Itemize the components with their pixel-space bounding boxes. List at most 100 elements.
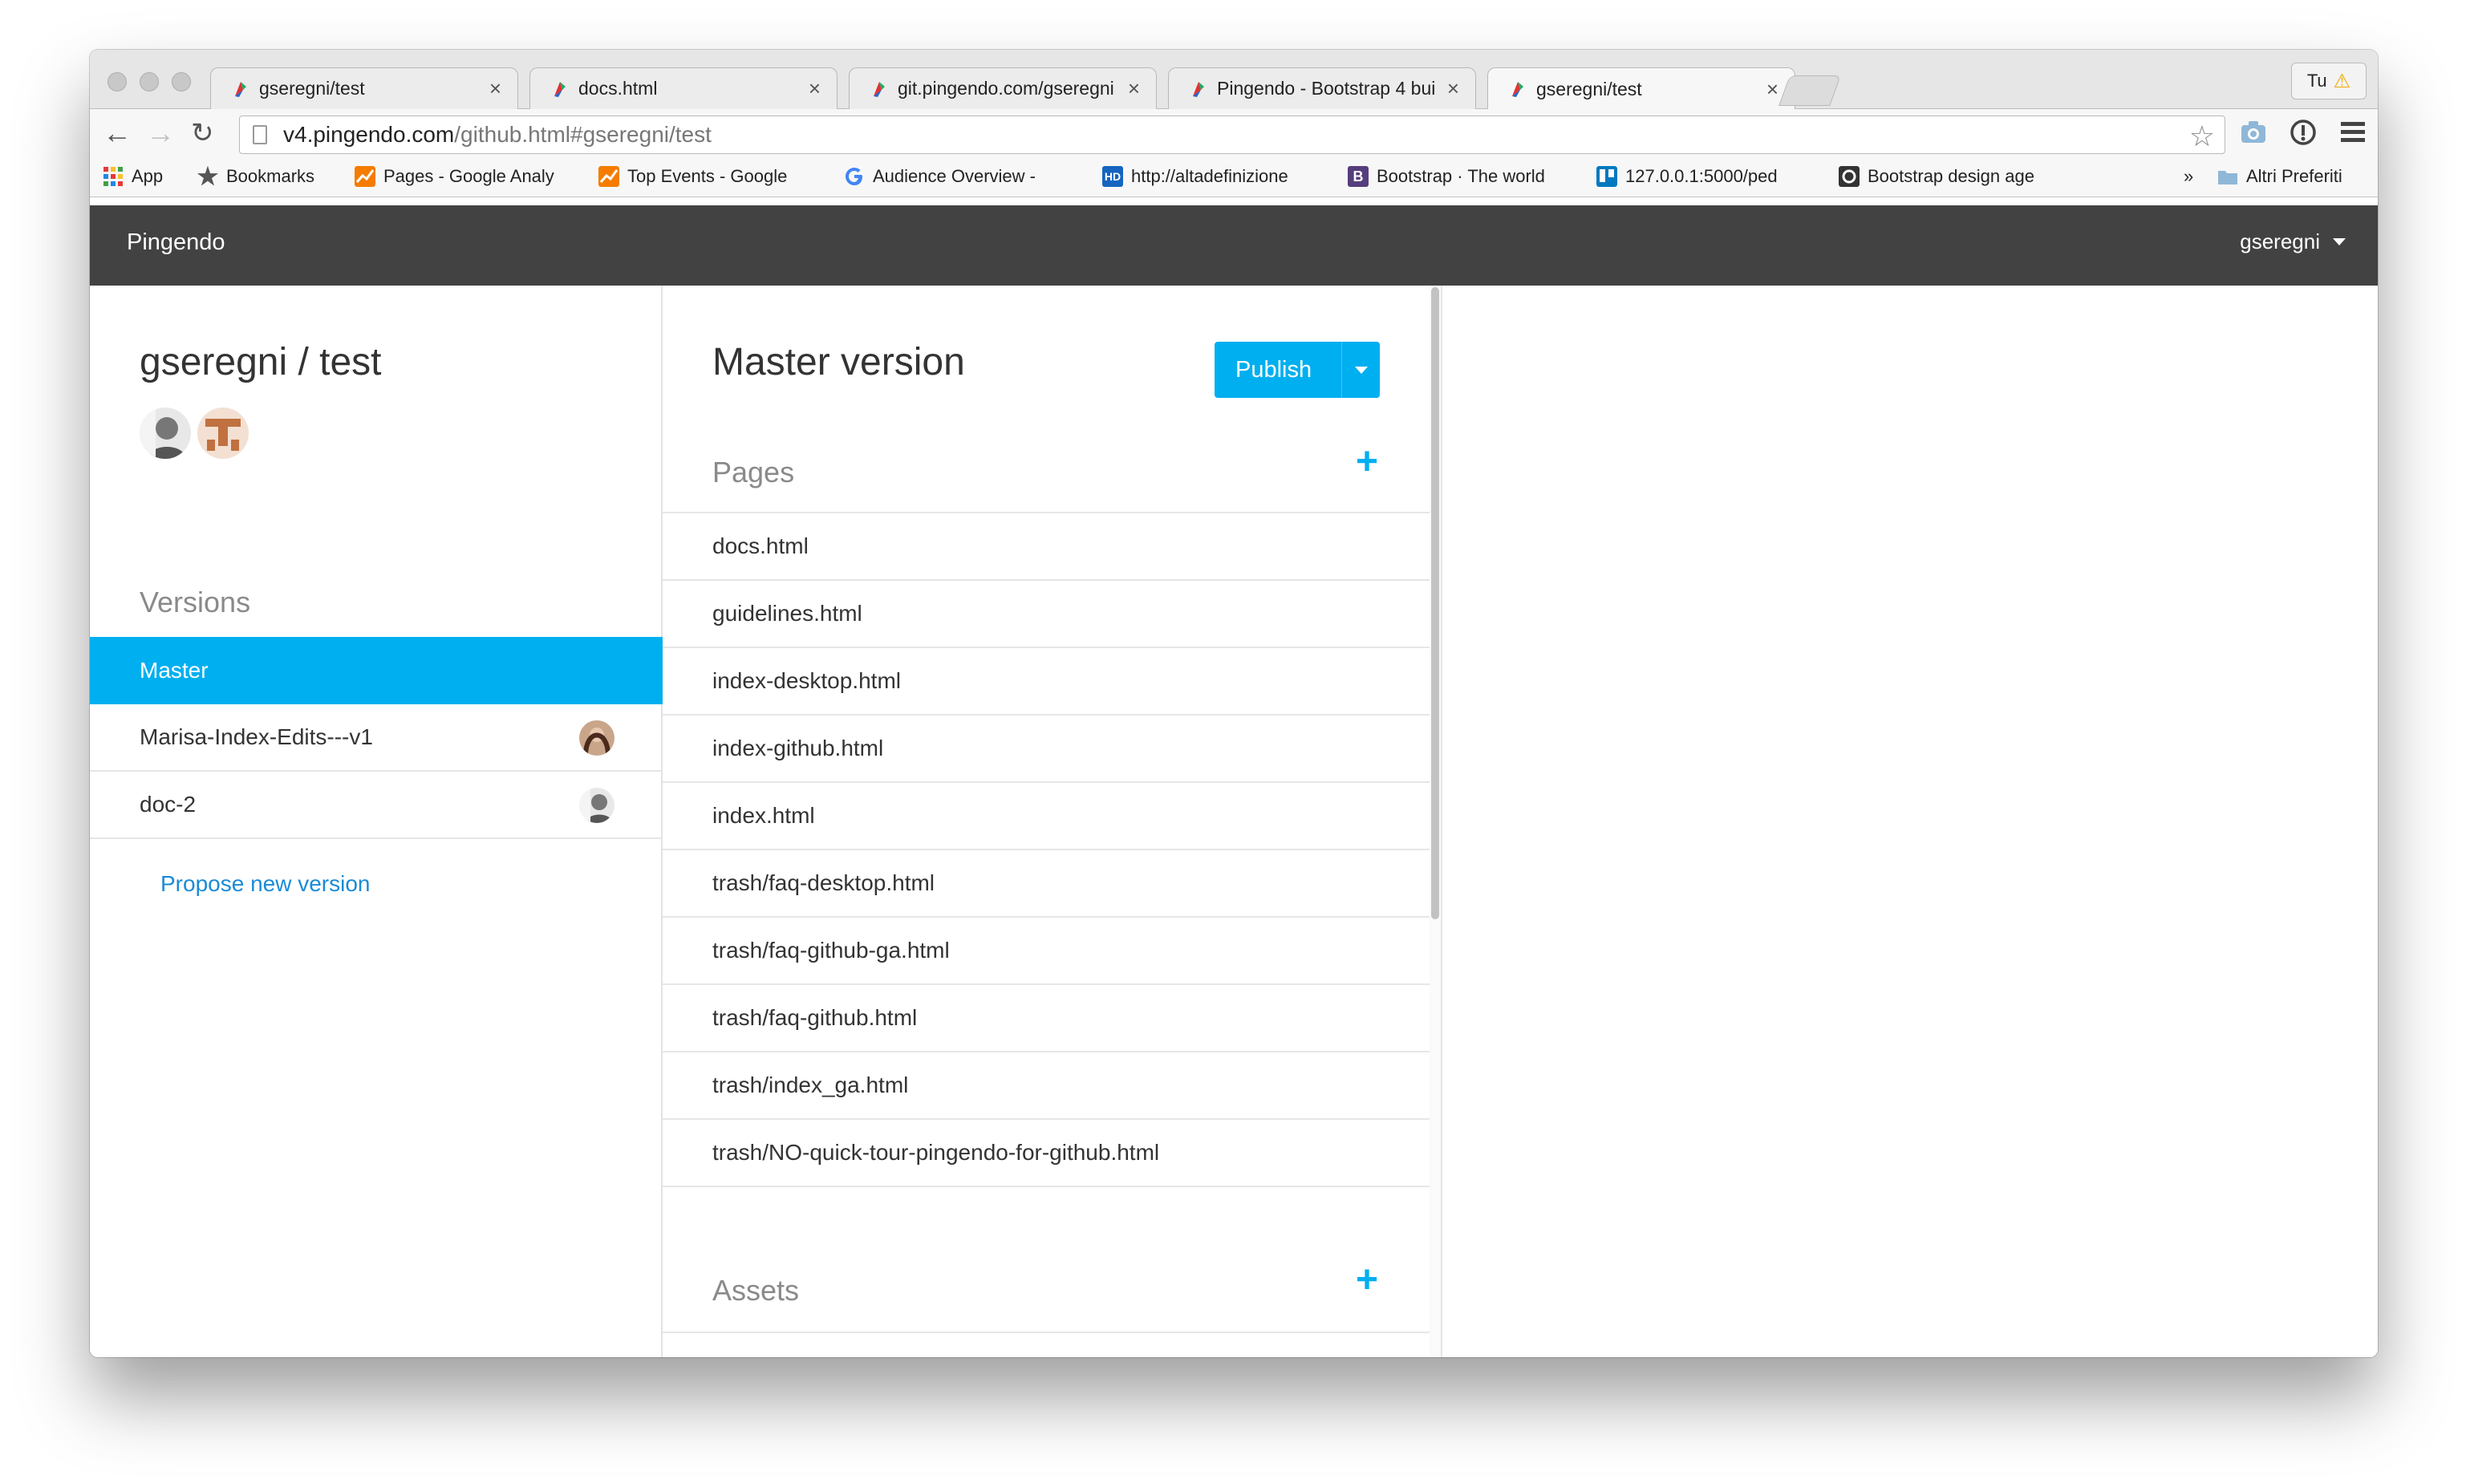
bookmark-label: Audience Overview - <box>873 166 1036 186</box>
browser-window: gseregni/test × docs.html × git.pingendo… <box>90 50 2378 1357</box>
browser-tab[interactable]: git.pingendo.com/gseregni × <box>849 67 1157 109</box>
author-avatar <box>579 788 614 823</box>
tab-title: gseregni/test <box>259 78 365 99</box>
collaborator-avatar[interactable] <box>140 407 191 459</box>
bookmark-item[interactable]: Top Events - Google <box>598 164 817 189</box>
bookmark-item[interactable]: B Bootstrap · The world <box>1348 164 1577 189</box>
close-tab-icon[interactable]: × <box>489 76 501 101</box>
new-tab-button[interactable] <box>1779 75 1841 106</box>
bookmark-item[interactable]: Pages - Google Analy <box>355 164 587 189</box>
analytics-icon <box>355 166 375 187</box>
bookmark-item[interactable]: ★ Bookmarks <box>197 164 342 189</box>
page-item[interactable]: trash/NO-quick-tour-pingendo-for-github.… <box>663 1120 1431 1187</box>
versions-list: Master Marisa-Index-Edits---v1 doc-2 <box>90 637 663 839</box>
analytics-icon <box>598 166 619 187</box>
close-tab-icon[interactable]: × <box>1128 76 1140 101</box>
warning-icon: ⚠ <box>2333 70 2351 92</box>
pingendo-favicon-icon <box>1193 81 1204 97</box>
password-extension-icon[interactable] <box>2290 119 2317 146</box>
page-item[interactable]: trash/faq-github.html <box>663 985 1431 1052</box>
version-item-master[interactable]: Master <box>90 637 663 704</box>
camera-extension-icon[interactable] <box>2240 120 2267 144</box>
caret-down-icon <box>1354 366 1368 374</box>
other-bookmarks-folder[interactable]: Altri Preferiti <box>2217 164 2375 189</box>
tab-title: Pingendo - Bootstrap 4 bui <box>1217 78 1436 99</box>
close-window-button[interactable] <box>107 72 127 91</box>
propose-new-version-link[interactable]: Propose new version <box>160 871 370 897</box>
star-icon: ★ <box>197 164 219 189</box>
browser-tab[interactable]: Pingendo - Bootstrap 4 bui × <box>1168 67 1476 109</box>
bookmark-label: Bootstrap design age <box>1868 166 2034 186</box>
version-item[interactable]: Marisa-Index-Edits---v1 <box>90 704 663 772</box>
bookmark-item[interactable]: App <box>103 164 191 189</box>
page-item[interactable]: trash/index_ga.html <box>663 1052 1431 1120</box>
pages-list: docs.html guidelines.html index-desktop.… <box>663 512 1431 1187</box>
version-label: Marisa-Index-Edits---v1 <box>140 724 373 749</box>
bookmark-star-icon[interactable]: ☆ <box>2189 120 2215 153</box>
back-arrow-icon[interactable]: ← <box>103 117 132 149</box>
assets-list: browser.png <box>663 1332 1431 1357</box>
bookmark-label: App <box>132 166 164 186</box>
version-item[interactable]: doc-2 <box>90 772 663 839</box>
user-menu[interactable]: gseregni <box>2240 229 2346 254</box>
assets-heading: Assets <box>712 1274 800 1307</box>
profile-button[interactable]: Tu ⚠ <box>2291 63 2367 99</box>
browser-tab[interactable]: gseregni/test × <box>210 67 518 109</box>
forward-arrow-icon[interactable]: → <box>146 117 175 149</box>
pingendo-favicon-icon <box>1512 82 1523 97</box>
browser-tab-active[interactable]: gseregni/test × <box>1487 67 1795 110</box>
tab-title: docs.html <box>578 78 658 99</box>
bookmark-label: Altri Preferiti <box>2246 166 2342 186</box>
caret-down-icon <box>2333 238 2346 245</box>
publish-button-group: Publish <box>1215 342 1380 398</box>
tab-strip: gseregni/test × docs.html × git.pingendo… <box>90 50 2378 110</box>
author-avatar <box>579 720 614 756</box>
minimize-window-button[interactable] <box>140 72 159 91</box>
url-host: v4.pingendo.com <box>283 122 455 147</box>
close-tab-icon[interactable]: × <box>809 76 821 101</box>
page-item[interactable]: docs.html <box>663 513 1431 581</box>
page-item[interactable]: trash/faq-github-ga.html <box>663 918 1431 985</box>
version-label: doc-2 <box>140 792 197 817</box>
bookmark-label: Bootstrap · The world <box>1377 166 1545 186</box>
site-icon <box>1839 166 1860 187</box>
address-bar[interactable]: v4.pingendo.com/github.html#gseregni/tes… <box>239 116 2225 154</box>
scrollbar-thumb[interactable] <box>1431 287 1439 919</box>
bookmark-label: http://altadefinizione <box>1131 166 1288 186</box>
close-tab-icon[interactable]: × <box>1766 77 1779 102</box>
reload-icon[interactable]: ↻ <box>191 117 214 149</box>
page-item[interactable]: index-desktop.html <box>663 648 1431 716</box>
bookmark-label: 127.0.0.1:5000/ped <box>1625 166 1778 186</box>
pingendo-favicon-icon <box>874 81 885 97</box>
add-page-button[interactable]: + <box>1356 443 1378 481</box>
publish-button[interactable]: Publish <box>1215 357 1341 383</box>
repo-sidebar: gseregni / test Versions Master Marisa-I… <box>90 286 663 1357</box>
asset-item[interactable]: browser.png <box>663 1333 1431 1357</box>
pingendo-favicon-icon <box>235 81 246 97</box>
menu-icon[interactable] <box>2341 122 2365 143</box>
preview-area <box>1442 286 2378 1357</box>
browser-tab[interactable]: docs.html × <box>529 67 838 109</box>
publish-dropdown-toggle[interactable] <box>1342 366 1380 374</box>
bookmark-item[interactable]: HD http://altadefinizione <box>1102 164 1335 189</box>
tab-title: git.pingendo.com/gseregni <box>898 78 1114 99</box>
add-asset-button[interactable]: + <box>1356 1261 1378 1300</box>
close-tab-icon[interactable]: × <box>1447 76 1459 101</box>
versions-heading: Versions <box>140 586 251 618</box>
collaborator-avatar[interactable] <box>197 407 249 459</box>
url-path: /github.html#gseregni/test <box>454 122 712 147</box>
bootstrap-icon: B <box>1348 166 1369 187</box>
browser-toolbar: ← → ↻ v4.pingendo.com/github.html#gsereg… <box>90 109 2378 157</box>
page-item[interactable]: guidelines.html <box>663 581 1431 648</box>
bookmark-item[interactable]: 127.0.0.1:5000/ped <box>1596 164 1818 189</box>
page-icon <box>253 125 267 144</box>
zoom-window-button[interactable] <box>172 72 191 91</box>
page-item[interactable]: index-github.html <box>663 716 1431 783</box>
bookmark-item[interactable]: Bootstrap design age <box>1839 164 2071 189</box>
bookmark-item[interactable]: Audience Overview - <box>844 164 1077 189</box>
page-item[interactable]: trash/faq-desktop.html <box>663 850 1431 918</box>
app-brand[interactable]: Pingendo <box>127 229 225 256</box>
page-item[interactable]: index.html <box>663 783 1431 850</box>
bookmarks-overflow-button[interactable]: » <box>2184 164 2208 189</box>
bookmark-label: Bookmarks <box>226 166 315 186</box>
